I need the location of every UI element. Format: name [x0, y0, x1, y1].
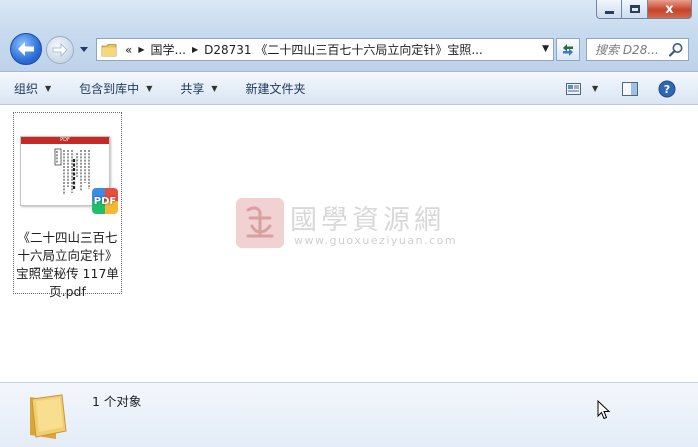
command-bar: 组织 ▼ 包含到库中 ▼ 共享 ▼ 新建文件夹 ▼ ?: [0, 72, 698, 105]
share-label: 共享: [180, 81, 205, 96]
change-view-button[interactable]: ▼: [566, 72, 598, 105]
chevron-down-icon: [80, 47, 88, 52]
seal-glyph-icon: [246, 206, 274, 238]
include-in-library-label: 包含到库中: [79, 81, 140, 96]
search-box[interactable]: [586, 38, 689, 61]
preview-pane-button[interactable]: [622, 72, 638, 105]
breadcrumb-item-current[interactable]: D28731 《二十四山三百七十六局立向定针》宝照...: [204, 41, 483, 58]
organize-label: 组织: [14, 81, 39, 96]
svg-text:?: ?: [664, 83, 670, 96]
file-name-label: 《二十四山三百七十六局立向定针》宝照堂秘传 117单页.pdf: [16, 230, 119, 299]
close-button[interactable]: x: [648, 0, 692, 19]
back-button[interactable]: [10, 33, 42, 65]
arrow-right-icon: [52, 43, 68, 57]
forward-button[interactable]: [46, 36, 74, 64]
breadcrumb-item-guoxue[interactable]: 国学...: [151, 41, 186, 58]
watermark-seal-icon: [236, 198, 284, 248]
refresh-icon: [563, 43, 573, 56]
help-button[interactable]: ?: [658, 72, 676, 105]
view-icon: [566, 82, 581, 95]
document-page-icon: [53, 147, 93, 199]
search-input[interactable]: [595, 42, 675, 57]
folder-icon: [30, 394, 67, 439]
organize-menu[interactable]: 组织 ▼: [14, 72, 65, 104]
window-frame: x « ▶ 国学... ▶ D28731 《二十四山三百七十六局立向定针》宝照.…: [0, 0, 698, 72]
address-dropdown-icon[interactable]: ▼: [542, 44, 549, 54]
search-icon: [668, 43, 683, 57]
pdf-icon: PDF: [92, 188, 118, 214]
item-count-label: 1 个对象: [92, 394, 142, 409]
mouse-cursor-icon: [597, 400, 611, 420]
breadcrumb: « ▶ 国学... ▶ D28731 《二十四山三百七十六局立向定针》宝照...: [125, 41, 483, 58]
breadcrumb-separator-icon: ▶: [138, 45, 145, 54]
details-pane: 1 个对象: [0, 382, 698, 447]
watermark: 國學資源網 www.guoxueziyuan.com: [236, 198, 466, 250]
maximize-button[interactable]: [622, 0, 648, 19]
chevron-down-icon: ▼: [211, 83, 218, 93]
address-bar[interactable]: « ▶ 国学... ▶ D28731 《二十四山三百七十六局立向定针》宝照...…: [96, 38, 554, 61]
close-icon: x: [665, 1, 674, 17]
file-item[interactable]: PDF PDF 《二十四山三百七十六局立向定针》宝照堂秘传 117单页.pdf: [13, 112, 122, 299]
preview-pane-icon: [622, 81, 638, 96]
maximize-icon: [629, 5, 640, 13]
watermark-url: www.guoxueziyuan.com: [294, 234, 458, 247]
file-list-pane[interactable]: PDF PDF 《二十四山三百七十六局立向定针》宝照堂秘传 117单页.pdf …: [0, 106, 698, 382]
new-folder-button[interactable]: 新建文件夹: [232, 72, 320, 104]
refresh-button[interactable]: [556, 38, 580, 61]
caption-buttons: x: [596, 0, 692, 20]
arrow-left-icon: [18, 42, 34, 56]
include-in-library-menu[interactable]: 包含到库中 ▼: [65, 72, 166, 104]
breadcrumb-overflow[interactable]: «: [125, 43, 132, 57]
share-menu[interactable]: 共享 ▼: [166, 72, 231, 104]
chevron-down-icon: ▼: [146, 83, 153, 93]
minimize-button[interactable]: [596, 0, 622, 19]
watermark-title: 國學資源網: [290, 205, 445, 236]
chevron-down-icon: ▼: [45, 83, 52, 93]
folder-icon: [101, 43, 117, 56]
help-icon: ?: [658, 80, 676, 97]
new-folder-label: 新建文件夹: [245, 81, 306, 96]
minimize-icon: [604, 10, 614, 14]
thumbnail-header: PDF: [21, 137, 109, 144]
chevron-down-icon[interactable]: ▼: [592, 84, 598, 93]
recent-pages-button[interactable]: [78, 44, 90, 56]
breadcrumb-separator-icon: ▶: [191, 45, 199, 54]
